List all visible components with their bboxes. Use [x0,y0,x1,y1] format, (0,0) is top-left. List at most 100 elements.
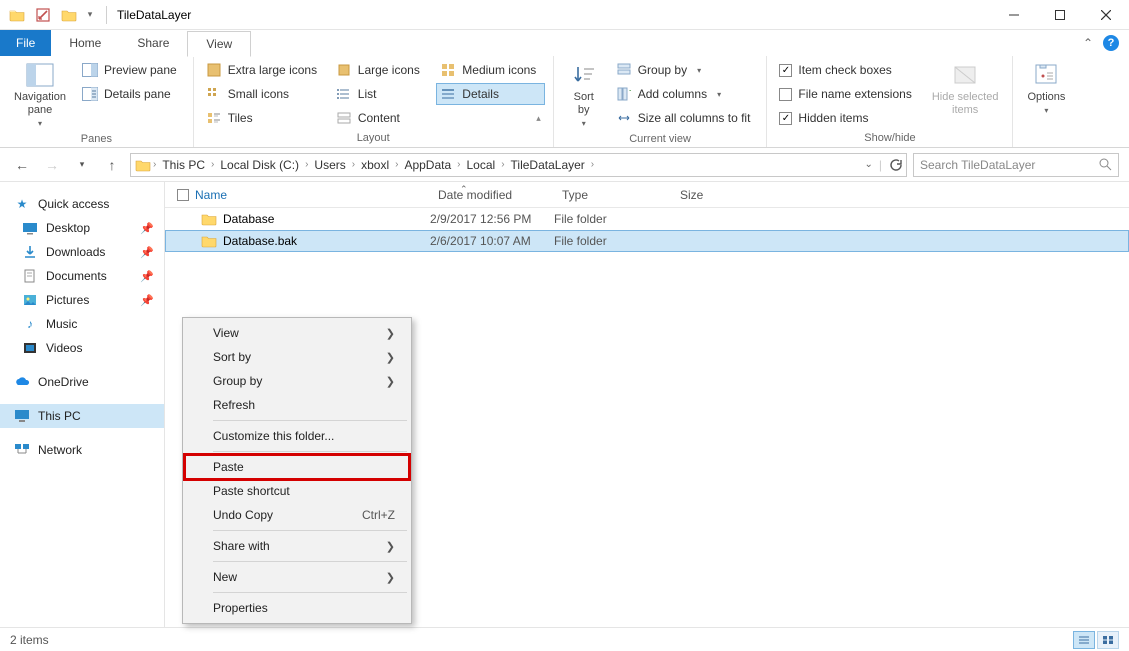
preview-pane-button[interactable]: Preview pane [78,59,185,81]
chevron-right-icon[interactable]: › [501,159,504,170]
folder-icon[interactable] [6,4,28,26]
column-header-name[interactable]: Name [165,188,430,202]
details-view-button[interactable]: Details [436,83,544,105]
column-header-date[interactable]: Date modified [430,188,554,202]
extra-large-icons-button[interactable]: Extra large icons [202,59,330,81]
small-icons-button[interactable]: Small icons [202,83,330,105]
ctx-properties[interactable]: Properties [185,596,409,620]
search-input[interactable]: Search TileDataLayer [913,153,1119,177]
sidebar-this-pc[interactable]: This PC [0,404,164,428]
ctx-paste-shortcut[interactable]: Paste shortcut [185,479,409,503]
list-button[interactable]: List [332,83,435,105]
ctx-label: Customize this folder... [213,429,334,443]
status-bar: 2 items [0,627,1129,651]
ctx-paste[interactable]: Paste [185,455,409,479]
back-button[interactable]: ← [10,153,34,177]
ctx-label: Properties [213,601,268,615]
tab-view[interactable]: View [187,31,251,57]
qat-dropdown-icon[interactable]: ▾ [84,4,96,26]
content-label: Content [358,111,400,125]
hidden-items-toggle[interactable]: ✓Hidden items [775,107,919,129]
new-folder-icon[interactable] [58,4,80,26]
hide-selected-button[interactable]: Hide selected items [926,59,1005,119]
medium-icons-button[interactable]: Medium icons [436,59,544,81]
layout-scroll-up-icon[interactable]: ▴ [536,113,541,124]
checkbox-checked-icon: ✓ [779,64,792,77]
select-all-checkbox[interactable] [177,189,189,201]
group-by-button[interactable]: Group by▾ [612,59,759,81]
close-button[interactable] [1083,0,1129,30]
details-view-toggle[interactable] [1073,631,1095,649]
group-show-hide-label: Show/hide [775,130,1004,147]
size-columns-icon [616,110,632,126]
recent-dropdown[interactable]: ▾ [70,153,94,177]
chevron-right-icon[interactable]: › [591,159,594,170]
sidebar-desktop[interactable]: Desktop📌 [0,216,164,240]
table-row[interactable]: Database.bak 2/6/2017 10:07 AM File fold… [165,230,1129,252]
sidebar-onedrive[interactable]: OneDrive [0,370,164,394]
ctx-refresh[interactable]: Refresh [185,393,409,417]
ctx-undo[interactable]: Undo CopyCtrl+Z [185,503,409,527]
details-pane-button[interactable]: Details pane [78,83,185,105]
navigation-pane-button[interactable]: Navigation pane▾ [8,59,72,131]
breadcrumb[interactable]: TileDataLayer [507,158,589,172]
sidebar-videos[interactable]: Videos [0,336,164,360]
table-row[interactable]: Database 2/9/2017 12:56 PM File folder [165,208,1129,230]
properties-icon[interactable] [32,4,54,26]
breadcrumb[interactable]: Local Disk (C:) [216,158,303,172]
forward-button[interactable]: → [40,153,64,177]
column-header-type[interactable]: Type [554,188,672,202]
size-columns-label: Size all columns to fit [638,111,751,125]
chevron-right-icon[interactable]: › [211,159,214,170]
sidebar-network[interactable]: Network [0,438,164,462]
address-dropdown-icon[interactable]: ⌄ [864,159,872,170]
collapse-ribbon-icon[interactable]: ⌃ [1083,36,1093,50]
tab-file[interactable]: File [0,30,51,56]
column-headers: Name ⌃ Date modified Type Size [165,182,1129,208]
content-button[interactable]: Content [332,107,435,129]
ctx-new[interactable]: New❯ [185,565,409,589]
xl-icons-icon [206,62,222,78]
tab-share[interactable]: Share [119,30,187,56]
ctx-group-by[interactable]: Group by❯ [185,369,409,393]
chevron-right-icon[interactable]: › [153,159,156,170]
up-button[interactable]: ↑ [100,153,124,177]
item-check-boxes-toggle[interactable]: ✓Item check boxes [775,59,919,81]
large-icons-button[interactable]: Large icons [332,59,435,81]
ctx-share-with[interactable]: Share with❯ [185,534,409,558]
navigation-pane-icon [24,61,56,89]
tiles-button[interactable]: Tiles [202,107,330,129]
column-header-size[interactable]: Size [672,188,752,202]
size-columns-button[interactable]: Size all columns to fit [612,107,759,129]
breadcrumb[interactable]: Local [463,158,500,172]
chevron-right-icon[interactable]: › [395,159,398,170]
sort-by-button[interactable]: Sort by▾ [562,59,606,131]
column-label: Date modified [438,188,512,202]
sidebar-music[interactable]: ♪Music [0,312,164,336]
add-columns-button[interactable]: +Add columns▾ [612,83,759,105]
ctx-customize[interactable]: Customize this folder... [185,424,409,448]
breadcrumb[interactable]: This PC [158,158,209,172]
minimize-button[interactable] [991,0,1037,30]
pictures-icon [22,292,38,308]
breadcrumb[interactable]: AppData [400,158,455,172]
thumbnails-view-toggle[interactable] [1097,631,1119,649]
chevron-right-icon[interactable]: › [352,159,355,170]
ctx-view[interactable]: View❯ [185,321,409,345]
breadcrumb[interactable]: Users [310,158,349,172]
refresh-icon[interactable] [888,158,902,172]
options-button[interactable]: Options▾ [1021,59,1071,118]
file-extensions-toggle[interactable]: File name extensions [775,83,919,105]
ctx-sort-by[interactable]: Sort by❯ [185,345,409,369]
tab-home[interactable]: Home [51,30,119,56]
maximize-button[interactable] [1037,0,1083,30]
sidebar-quick-access[interactable]: ★Quick access [0,192,164,216]
chevron-right-icon[interactable]: › [305,159,308,170]
address-bar[interactable]: › This PC› Local Disk (C:)› Users› xboxl… [130,153,907,177]
sidebar-downloads[interactable]: Downloads📌 [0,240,164,264]
help-icon[interactable]: ? [1103,35,1119,51]
sidebar-pictures[interactable]: Pictures📌 [0,288,164,312]
sidebar-documents[interactable]: Documents📌 [0,264,164,288]
breadcrumb[interactable]: xboxl [357,158,393,172]
chevron-right-icon[interactable]: › [457,159,460,170]
